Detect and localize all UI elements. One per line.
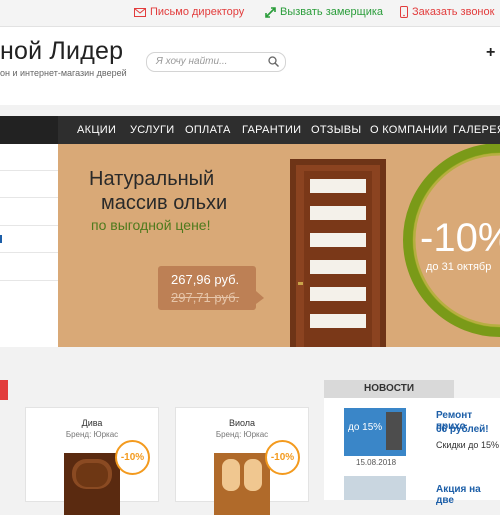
banner-price-new: 267,96 руб. xyxy=(171,272,240,287)
sidebar-divider xyxy=(0,197,58,198)
ruler-arrow-icon xyxy=(265,6,276,18)
phone-icon xyxy=(400,6,408,18)
envelope-icon xyxy=(134,7,146,17)
director-letter-label: Письмо директору xyxy=(150,6,245,18)
section-tab-marker[interactable] xyxy=(0,380,8,400)
banner-subline: по выгодной цене! xyxy=(91,217,211,233)
sidebar-item-marker[interactable] xyxy=(0,235,2,243)
nav-item-reviews[interactable]: ОТЗЫВЫ xyxy=(311,116,361,144)
banner-discount: -10% xyxy=(420,216,500,260)
banner-discount-date: до 31 октябр xyxy=(426,261,492,273)
news-heading: НОВОСТИ xyxy=(324,380,454,398)
door-glass-panel xyxy=(310,287,366,301)
search-input[interactable]: Я хочу найти... xyxy=(156,56,227,67)
director-letter-link[interactable]: Письмо директору xyxy=(134,6,244,18)
door-glass-panel xyxy=(310,260,366,274)
sidebar-divider xyxy=(0,252,58,253)
product-discount-badge: -10% xyxy=(115,440,150,475)
door-handle xyxy=(298,282,303,285)
search-box[interactable]: Я хочу найти... xyxy=(146,52,286,72)
nav-item-services[interactable]: УСЛУГИ xyxy=(130,116,174,144)
news-thumb-door xyxy=(386,412,402,450)
door-glass-panel xyxy=(310,233,366,247)
nav-item-about[interactable]: О КОМПАНИИ xyxy=(370,116,448,144)
door-glass-panel xyxy=(310,206,366,220)
order-call-link[interactable]: Заказать звонок xyxy=(400,6,494,18)
product-brand: Бренд: Юркас xyxy=(215,430,269,439)
nav-item-payment[interactable]: ОПЛАТА xyxy=(185,116,231,144)
nav-item-warranty[interactable]: ГАРАНТИИ xyxy=(242,116,301,144)
search-icon[interactable] xyxy=(268,56,279,67)
product-card[interactable]: Дива Бренд: Юркас -10% xyxy=(25,407,159,515)
news-thumb-badge: до 15% xyxy=(348,422,383,433)
door-glass-panel xyxy=(310,179,366,193)
news-excerpt: Скидки до 15% xyxy=(436,440,499,450)
banner-price-old: 297,71 руб. xyxy=(171,290,240,305)
nav-item-gallery[interactable]: ГАЛЕРЕЯ xyxy=(453,116,500,144)
nav-catalog-block[interactable] xyxy=(0,116,58,144)
product-name: Дива xyxy=(81,418,103,428)
banner-price-tag: 267,96 руб. 297,71 руб. xyxy=(158,266,256,310)
banner-headline-1: Натуральный xyxy=(89,168,215,190)
site-tagline: он и интернет-магазин дверей xyxy=(0,68,127,78)
product-discount-badge: -10% xyxy=(265,440,300,475)
sidebar-divider xyxy=(0,280,58,281)
call-measurer-label: Вызвать замерщика xyxy=(280,6,384,18)
nav-item-promotions[interactable]: АКЦИИ xyxy=(77,116,116,144)
product-card[interactable]: Виола Бренд: Юркас -10% xyxy=(175,407,309,515)
sidebar-divider xyxy=(0,225,58,226)
order-call-label: Заказать звонок xyxy=(412,6,495,18)
door-product-image xyxy=(214,453,270,515)
catalog-sidebar xyxy=(0,144,58,347)
news-title[interactable]: Акция на две xyxy=(436,484,500,506)
door-product-image xyxy=(64,453,120,515)
news-thumbnail[interactable] xyxy=(344,476,406,500)
product-brand: Бренд: Юркас xyxy=(65,430,119,439)
header-phone[interactable]: + xyxy=(486,44,495,62)
banner-headline-2: массив ольхи xyxy=(101,192,228,214)
sidebar-divider xyxy=(0,170,58,171)
product-name: Виола xyxy=(228,418,256,428)
door-glass-panel xyxy=(310,314,366,328)
call-measurer-link[interactable]: Вызвать замерщика xyxy=(265,6,383,18)
news-title-line2[interactable]: 66 рублей! xyxy=(436,424,489,435)
news-date: 15.08.2018 xyxy=(356,458,397,467)
site-logo[interactable]: ной Лидер xyxy=(0,37,123,66)
news-thumbnail[interactable]: до 15% xyxy=(344,408,406,456)
